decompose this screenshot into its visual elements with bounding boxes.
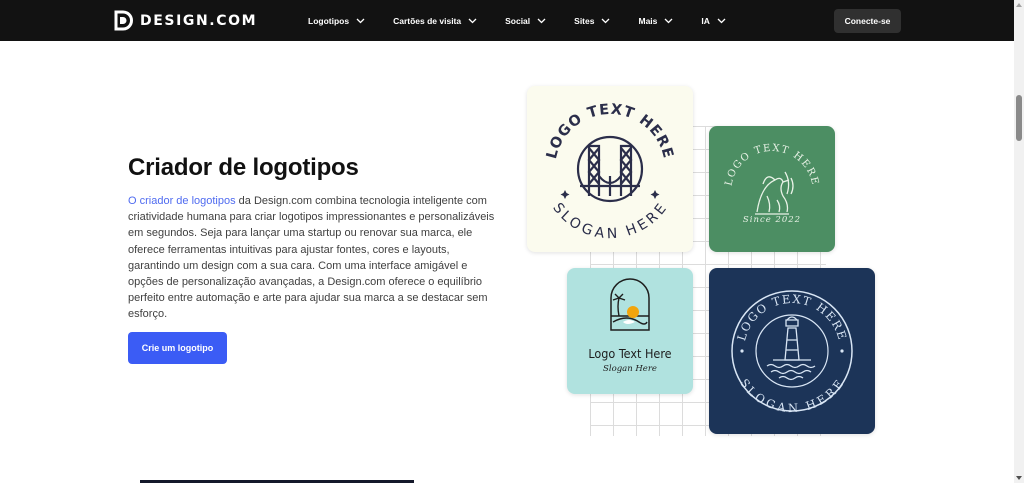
connect-button[interactable]: Conecte-se <box>834 9 901 33</box>
nav-item-mais[interactable]: Mais <box>638 16 673 26</box>
logo-card-bridge[interactable]: LOGO TEXT HERE SLOGAN HERE <box>527 86 693 252</box>
logo-bottom-text: SLOGAN HERE <box>737 376 845 415</box>
chevron-down-icon <box>664 18 673 23</box>
logo-card-lighthouse[interactable]: LOGO TEXT HERE SLOGAN HERE <box>709 268 875 434</box>
logo-bottom-text: SLOGAN HERE <box>550 200 669 242</box>
nav-item-sites[interactable]: Sites <box>574 16 610 26</box>
svg-text:SLOGAN HERE: SLOGAN HERE <box>737 376 846 415</box>
bird-icon <box>755 171 794 215</box>
nav-item-social[interactable]: Social <box>505 16 546 26</box>
logo-since-text: Since 2022 <box>743 215 801 225</box>
chevron-down-icon <box>356 18 365 23</box>
chevron-down-icon <box>468 18 477 23</box>
design-com-logo-icon <box>114 10 133 31</box>
nav-item-cartoes-de-visita[interactable]: Cartões de visita <box>393 16 477 26</box>
logo-title-text: Logo Text Here <box>588 346 671 361</box>
logo-slogan-text: Slogan Here <box>603 364 657 374</box>
hero-description-text: da Design.com combina tecnologia intelig… <box>128 195 495 321</box>
scroll-up-arrow-icon[interactable] <box>1016 3 1022 7</box>
star-icon <box>650 190 660 199</box>
bridge-icon <box>576 135 644 203</box>
nav-item-logotipos[interactable]: Logotipos <box>308 16 365 26</box>
star-icon <box>560 190 570 199</box>
logo-card-bird[interactable]: LOGO TEXT HERE Since 2022 <box>709 126 835 252</box>
nav-item-ia[interactable]: IA <box>701 16 726 26</box>
chevron-down-icon <box>717 18 726 23</box>
top-nav: DESIGN.COM Logotipos Cartões de visita S… <box>0 0 1014 41</box>
svg-text:LOGO TEXT HERE: LOGO TEXT HERE <box>723 143 820 187</box>
create-logo-button[interactable]: Crie um logotipo <box>128 332 227 364</box>
nav-item-label: Mais <box>638 15 658 26</box>
scrollbar-thumb[interactable] <box>1016 95 1022 141</box>
wave-icon <box>623 320 635 324</box>
nav-item-label: IA <box>701 15 710 26</box>
nav-item-label: Sites <box>574 15 595 26</box>
page-title: Criador de logotipos <box>128 154 359 181</box>
lighthouse-icon <box>766 316 816 381</box>
beach-logo-artwork: Logo Text Here Slogan Here <box>588 278 672 374</box>
page-scrollbar[interactable] <box>1014 0 1024 483</box>
svg-text:LOGO TEXT HERE: LOGO TEXT HERE <box>544 102 676 161</box>
nav-item-label: Cartões de visita <box>393 15 462 26</box>
dot-icon <box>740 349 744 353</box>
svg-text:SLOGAN HERE: SLOGAN HERE <box>550 200 671 242</box>
dot-icon <box>840 349 844 353</box>
palm-tree-icon <box>612 293 626 317</box>
nav-menu: Logotipos Cartões de visita Social Sites… <box>308 0 754 41</box>
chevron-down-icon <box>537 18 546 23</box>
bridge-logo-artwork: LOGO TEXT HERE SLOGAN HERE <box>544 102 676 242</box>
chevron-down-icon <box>602 18 610 23</box>
sun-icon <box>627 306 639 318</box>
logo-card-beach[interactable]: Logo Text Here Slogan Here <box>567 268 693 394</box>
brand-logo[interactable]: DESIGN.COM <box>112 10 257 31</box>
lighthouse-logo-artwork: LOGO TEXT HERE SLOGAN HERE <box>731 290 853 415</box>
scroll-down-arrow-icon[interactable] <box>1016 476 1022 480</box>
logo-top-text: LOGO TEXT HERE <box>723 143 819 187</box>
logo-top-text: LOGO TEXT HERE <box>544 102 675 161</box>
brand-name: DESIGN.COM <box>140 12 258 29</box>
nav-item-label: Logotipos <box>308 15 350 26</box>
nav-item-label: Social <box>505 15 531 26</box>
bird-logo-artwork: LOGO TEXT HERE Since 2022 <box>723 143 820 225</box>
logo-maker-link[interactable]: O criador de logotipos <box>128 195 236 207</box>
hero-description: O criador de logotipos da Design.com com… <box>128 193 504 323</box>
